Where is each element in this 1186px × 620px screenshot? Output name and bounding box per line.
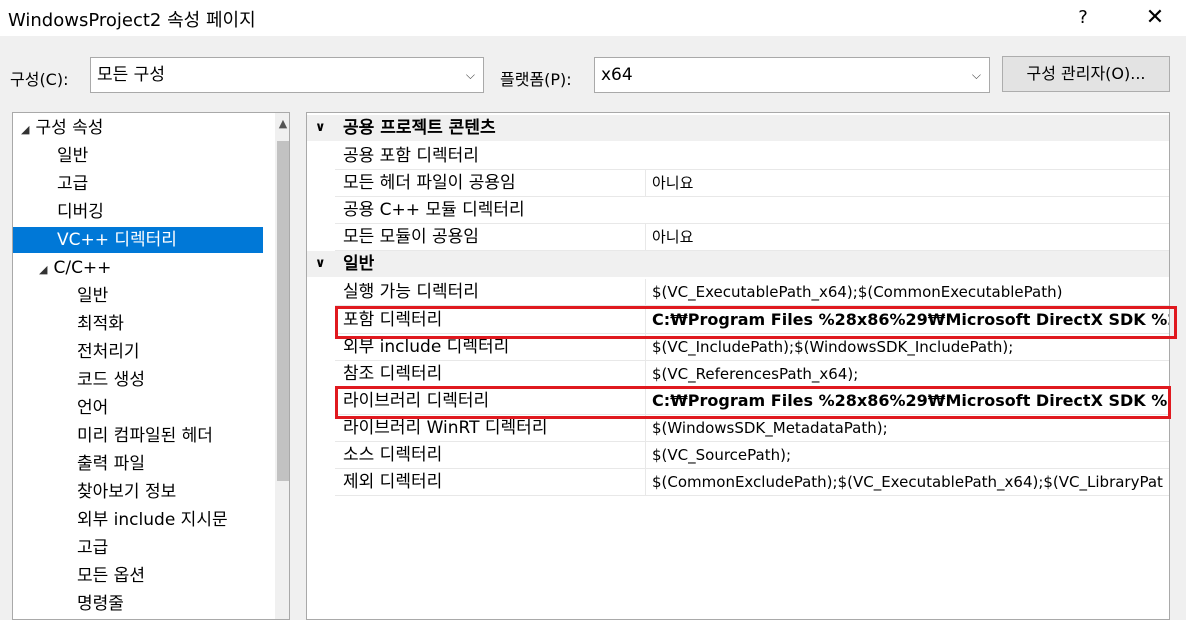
property-row[interactable]: 참조 디렉터리 $(VC_ReferencesPath_x64);: [335, 361, 1169, 388]
config-value: 모든 구성: [97, 65, 165, 85]
close-button[interactable]: ✕: [1140, 4, 1170, 32]
expanded-triangle-icon[interactable]: ◢: [39, 263, 47, 276]
property-value[interactable]: $(VC_SourcePath);: [645, 442, 1169, 468]
config-tree[interactable]: ◢ 구성 속성 일반 고급 디버깅 VC++ 디렉터리 ◢ C/C++ 일반 최적화…: [12, 112, 290, 620]
chevron-down-icon: ⌵: [971, 68, 981, 82]
category-common-project-content[interactable]: ∨ 공용 프로젝트 콘텐츠: [307, 115, 1169, 141]
tree-node-config-props[interactable]: ◢ 구성 속성: [13, 115, 263, 141]
help-button[interactable]: ?: [1068, 4, 1098, 32]
tree-item-advanced[interactable]: 고급: [13, 171, 263, 197]
title-bar: WindowsProject2 속성 페이지 ? ✕: [0, 0, 1186, 36]
highlight-box-library: [335, 386, 1171, 419]
chevron-down-icon[interactable]: ∨: [315, 251, 326, 277]
tree-item-cpp-general[interactable]: 일반: [13, 283, 263, 309]
property-name: 모든 헤더 파일이 공용임: [343, 173, 516, 193]
property-name: 공용 포함 디렉터리: [343, 146, 479, 166]
tree-item-browse-info[interactable]: 찾아보기 정보: [13, 479, 263, 505]
property-name: 실행 가능 디렉터리: [343, 282, 479, 302]
config-combo[interactable]: 모든 구성 ⌵: [90, 57, 484, 93]
tree-item-general[interactable]: 일반: [13, 143, 263, 169]
property-name: 소스 디렉터리: [343, 445, 443, 465]
platform-label: 플랫폼(P):: [500, 70, 572, 89]
property-name: 제외 디렉터리: [343, 472, 443, 492]
platform-value: x64: [601, 65, 633, 85]
property-row[interactable]: 공용 C++ 모듈 디렉터리: [335, 197, 1169, 224]
property-value[interactable]: 아니요: [645, 170, 1169, 196]
chevron-down-icon[interactable]: ∨: [315, 115, 326, 141]
property-row[interactable]: 모든 모듈이 공용임 아니요: [335, 224, 1169, 251]
window-title: WindowsProject2 속성 페이지: [8, 10, 256, 31]
tree-item-command-line[interactable]: 명령줄: [13, 591, 263, 617]
property-value[interactable]: $(CommonExcludePath);$(VC_ExecutablePath…: [645, 469, 1169, 495]
tree-item-vc-directories[interactable]: VC++ 디렉터리: [13, 227, 263, 253]
tree-item-code-generation[interactable]: 코드 생성: [13, 367, 263, 393]
tree-item-output-files[interactable]: 출력 파일: [13, 451, 263, 477]
tree-item-debugging[interactable]: 디버깅: [13, 199, 263, 225]
property-name: 공용 C++ 모듈 디렉터리: [343, 200, 525, 220]
config-label: 구성(C):: [10, 70, 69, 89]
tree-item-language[interactable]: 언어: [13, 395, 263, 421]
property-name: 모든 모듈이 공용임: [343, 227, 479, 247]
property-row[interactable]: 소스 디렉터리 $(VC_SourcePath);: [335, 442, 1169, 469]
highlight-box-include: [335, 306, 1177, 339]
config-manager-button[interactable]: 구성 관리자(O)...: [1002, 56, 1170, 92]
property-value[interactable]: $(VC_ExecutablePath_x64);$(CommonExecuta…: [645, 279, 1169, 305]
tree-item-cpp-advanced[interactable]: 고급: [13, 535, 263, 561]
property-value[interactable]: $(VC_ReferencesPath_x64);: [645, 361, 1169, 387]
property-row[interactable]: 실행 가능 디렉터리 $(VC_ExecutablePath_x64);$(Co…: [335, 279, 1169, 306]
tree-scrollbar[interactable]: ▲: [275, 113, 289, 619]
expanded-triangle-icon[interactable]: ◢: [21, 123, 29, 136]
property-value[interactable]: 아니요: [645, 224, 1169, 250]
scrollbar-thumb[interactable]: [277, 141, 289, 481]
category-general[interactable]: ∨ 일반: [307, 251, 1169, 277]
tree-node-c-cpp[interactable]: ◢ C/C++: [13, 255, 263, 281]
tree-item-external-includes[interactable]: 외부 include 지시문: [13, 507, 263, 533]
property-grid: ∨ 공용 프로젝트 콘텐츠 공용 포함 디렉터리 모든 헤더 파일이 공용임 아…: [306, 112, 1170, 620]
tree-item-all-options[interactable]: 모든 옵션: [13, 563, 263, 589]
tree-item-optimization[interactable]: 최적화: [13, 311, 263, 337]
property-row[interactable]: 모든 헤더 파일이 공용임 아니요: [335, 170, 1169, 197]
scroll-up-arrow-icon[interactable]: ▲: [275, 117, 289, 130]
tree-item-precompiled-headers[interactable]: 미리 컴파일된 헤더: [13, 423, 263, 449]
property-row[interactable]: 공용 포함 디렉터리: [335, 143, 1169, 170]
property-row[interactable]: 라이브러리 WinRT 디렉터리 $(WindowsSDK_MetadataPa…: [335, 415, 1169, 442]
tree-item-preprocessor[interactable]: 전처리기: [13, 339, 263, 365]
property-name: 참조 디렉터리: [343, 364, 443, 384]
property-row[interactable]: 제외 디렉터리 $(CommonExcludePath);$(VC_Execut…: [335, 469, 1169, 496]
platform-combo[interactable]: x64 ⌵: [594, 57, 990, 93]
chevron-down-icon: ⌵: [465, 68, 475, 82]
